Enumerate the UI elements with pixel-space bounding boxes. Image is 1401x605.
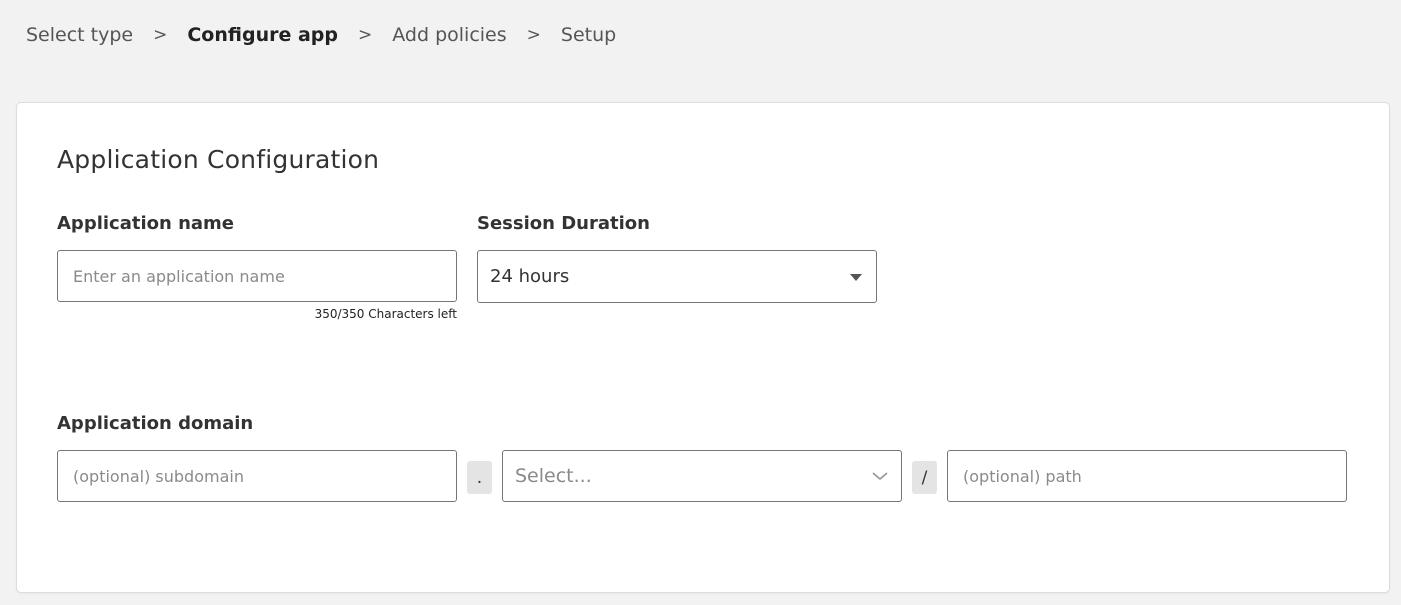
dot-separator: . [467,461,492,494]
breadcrumb-separator: > [358,25,373,45]
breadcrumb-separator: > [153,25,168,45]
breadcrumb-step-configure-app: Configure app [187,24,338,46]
application-name-label: Application name [57,213,235,234]
breadcrumb-step-select-type[interactable]: Select type [26,24,133,46]
session-duration-value: 24 hours [490,266,570,287]
session-duration-select[interactable]: 24 hours [477,250,877,303]
domain-select[interactable]: Select... [502,450,902,502]
configuration-card: Application Configuration Application na… [16,102,1390,593]
subdomain-input[interactable] [57,450,457,502]
domain-select-placeholder: Select... [515,465,592,487]
breadcrumb-step-setup: Setup [560,24,617,46]
chevron-down-icon [871,471,889,481]
page-title: Application Configuration [57,145,380,174]
application-name-input[interactable] [57,250,457,302]
session-duration-label: Session Duration [477,213,650,234]
path-input[interactable] [947,450,1347,502]
caret-down-icon [848,272,864,282]
slash-separator: / [912,461,937,494]
breadcrumb: Select type > Configure app > Add polici… [26,20,616,50]
application-domain-label: Application domain [57,413,254,434]
breadcrumb-separator: > [526,25,541,45]
breadcrumb-step-add-policies: Add policies [392,24,507,46]
character-counter: 350/350 Characters left [314,307,457,321]
